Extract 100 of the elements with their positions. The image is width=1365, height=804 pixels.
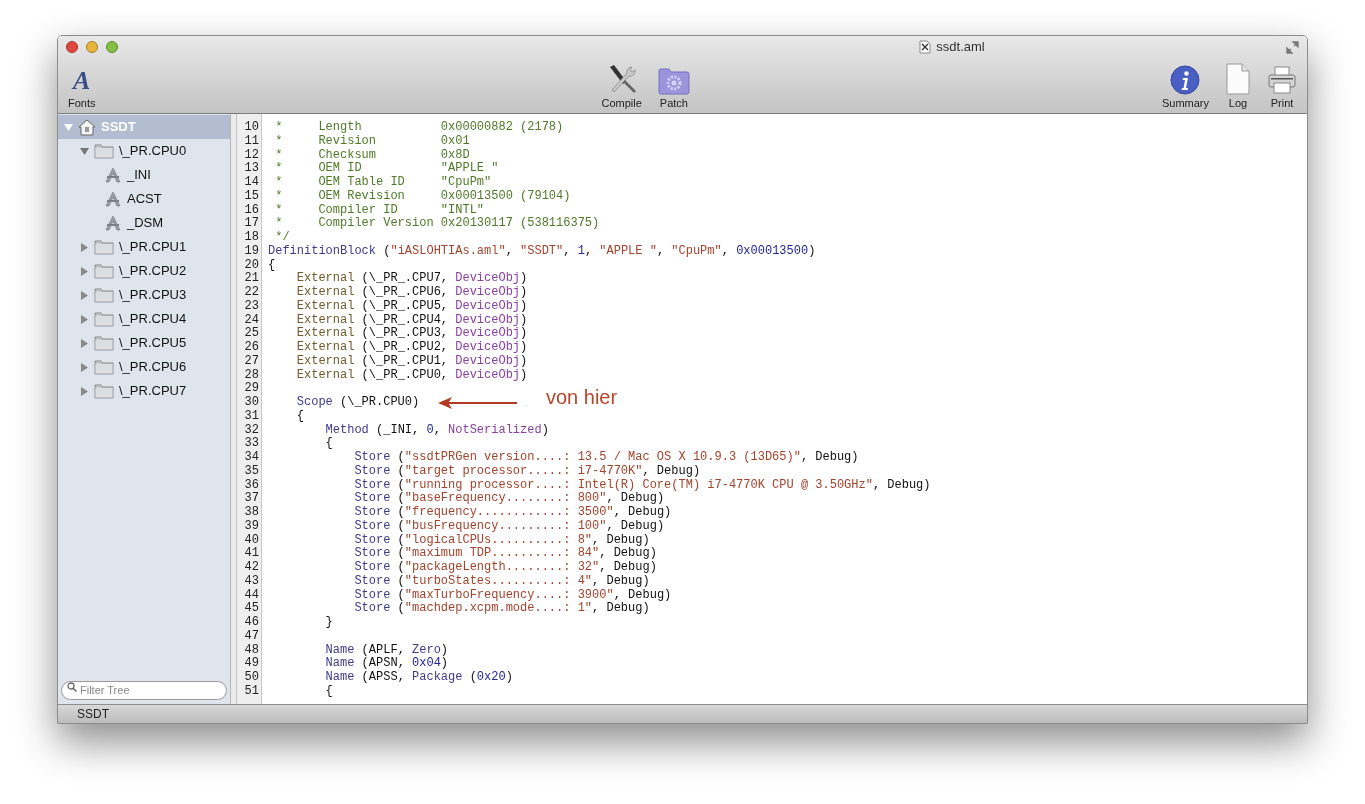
line-number: 31 — [244, 409, 259, 424]
tree-item[interactable]: \_PR.CPU5 — [58, 331, 230, 355]
disclosure-triangle-icon[interactable] — [64, 122, 73, 132]
line-number: 51 — [244, 684, 259, 699]
code-line: Scope (\_PR.CPU0) — [295, 396, 420, 410]
line-number: 21 — [244, 272, 259, 286]
code-line: External (\_PR_.CPU7, DeviceObj) — [295, 272, 528, 286]
disclosure-triangle-icon[interactable] — [80, 386, 89, 396]
disclosure-triangle-icon[interactable] — [80, 266, 89, 276]
tree-item[interactable]: \_PR.CPU1 — [58, 235, 230, 259]
code-line: * Length 0x00000882 (2178) — [274, 121, 564, 135]
line-number: 19 — [244, 244, 259, 259]
house-icon — [78, 118, 96, 136]
code-line: } — [324, 616, 333, 630]
toolbar-button[interactable]: Log — [1221, 61, 1255, 109]
code-line: Store ("baseFrequency........: 800", Debug) — [353, 492, 665, 506]
zoom-button[interactable] — [106, 41, 118, 53]
line-number: 48 — [244, 643, 259, 657]
line-number: 29 — [244, 382, 259, 396]
status-text: SSDT — [77, 706, 109, 723]
code-line: Method (_INI, 0, NotSerialized) — [324, 423, 549, 437]
line-number: 34 — [244, 451, 259, 465]
code-line: Name (APSN, 0x04) — [324, 657, 449, 671]
code-line: { — [324, 684, 333, 699]
close-button[interactable] — [66, 41, 78, 53]
code-line: { — [268, 258, 276, 273]
code-line: Store ("target processor.....: i7-4770K", Debug) — [353, 464, 701, 479]
line-number: 18 — [244, 231, 259, 245]
folder-icon — [94, 263, 114, 279]
line-number: 39 — [244, 519, 259, 534]
line-number: 26 — [244, 341, 259, 355]
line-number: 14 — [244, 176, 259, 190]
folder-icon — [94, 335, 114, 351]
line-number: 22 — [244, 286, 259, 300]
code-line: External (\_PR_.CPU4, DeviceObj) — [295, 313, 528, 327]
tree-item[interactable]: \_PR.CPU0 — [58, 139, 230, 163]
toolbar-button[interactable]: Compile — [597, 61, 646, 109]
line-number: 40 — [244, 533, 259, 547]
tree-item[interactable]: \_PR.CPU7 — [58, 379, 230, 403]
line-number: 36 — [244, 478, 259, 492]
line-number: 13 — [244, 162, 259, 176]
line-number: 27 — [244, 354, 259, 369]
tree-item[interactable]: \_PR.CPU2 — [58, 259, 230, 283]
disclosure-triangle-icon[interactable] — [80, 290, 89, 300]
info-icon — [1170, 65, 1201, 95]
filter-field[interactable]: Filter Tree — [61, 680, 227, 700]
code-line: * OEM Table ID "CpuPm" — [274, 176, 492, 190]
toolbar-button[interactable]: Summary — [1157, 61, 1213, 109]
code-line: Name (APLF, Zero) — [324, 643, 449, 657]
line-number: 24 — [244, 313, 259, 327]
disclosure-triangle-icon[interactable] — [80, 314, 89, 324]
printer-icon — [1267, 65, 1297, 95]
tree-item[interactable]: \_PR.CPU6 — [58, 355, 230, 379]
line-number: 38 — [244, 506, 259, 520]
code-line: Store ("turboStates..........: 4", Debug) — [353, 574, 650, 589]
line-number: 33 — [244, 437, 259, 451]
line-number: 17 — [244, 217, 259, 231]
code-line: Store ("frequency............: 3500", Debug) — [353, 506, 672, 520]
code-line: * OEM Revision 0x00013500 (79104) — [274, 189, 571, 204]
code-line: * Checksum 0x8D — [274, 148, 470, 162]
fullscreen-icon[interactable] — [1286, 40, 1299, 54]
tree-item[interactable]: ACST — [58, 187, 230, 211]
line-number: 20 — [244, 258, 259, 272]
disclosure-triangle-icon[interactable] — [80, 338, 89, 348]
tree-item[interactable]: \_PR.CPU3 — [58, 283, 230, 307]
document-icon — [1225, 63, 1251, 95]
toolbar-button[interactable]: A Fonts — [64, 61, 100, 109]
toolbar-button[interactable]: Print — [1263, 61, 1301, 109]
minimize-button[interactable] — [86, 41, 98, 53]
line-number: 23 — [244, 299, 259, 314]
code-line: * Compiler Version 0x20130117 (538116375) — [274, 217, 600, 231]
line-number: 32 — [244, 423, 259, 437]
code-line: { — [295, 409, 304, 424]
folder-gear-icon — [657, 67, 690, 95]
code-line: External (\_PR_.CPU0, DeviceObj) — [295, 368, 528, 383]
line-number: 30 — [244, 396, 259, 410]
line-number: 15 — [244, 189, 259, 204]
tree-item[interactable]: _DSM — [58, 211, 230, 235]
compass-icon — [104, 215, 122, 231]
tree-item[interactable]: \_PR.CPU4 — [58, 307, 230, 331]
annotation-label: von hier — [546, 385, 618, 409]
line-number: 44 — [244, 588, 259, 602]
line-number: 28 — [244, 368, 259, 382]
toolbar-button[interactable]: Patch — [653, 61, 694, 109]
code-line: Store ("ssdtPRGen version....: 13.5 / Mac OS X 10.9.3 (13D65)", Debug) — [353, 451, 859, 465]
folder-icon — [94, 311, 114, 327]
line-number: 47 — [244, 629, 259, 644]
code-line: * Revision 0x01 — [274, 134, 470, 149]
folder-icon — [94, 239, 114, 255]
code-line: { — [324, 437, 333, 451]
line-number: 12 — [244, 148, 259, 162]
line-number: 35 — [244, 464, 259, 479]
search-icon — [67, 682, 77, 692]
disclosure-triangle-icon[interactable] — [80, 146, 89, 156]
disclosure-triangle-icon[interactable] — [80, 242, 89, 252]
code-line: External (\_PR_.CPU1, DeviceObj) — [295, 354, 528, 369]
disclosure-triangle-icon[interactable] — [80, 362, 89, 372]
line-number: 49 — [244, 657, 259, 671]
code-line: Name (APSS, Package (0x20) — [324, 671, 513, 685]
tree-item[interactable]: _INI — [58, 163, 230, 187]
